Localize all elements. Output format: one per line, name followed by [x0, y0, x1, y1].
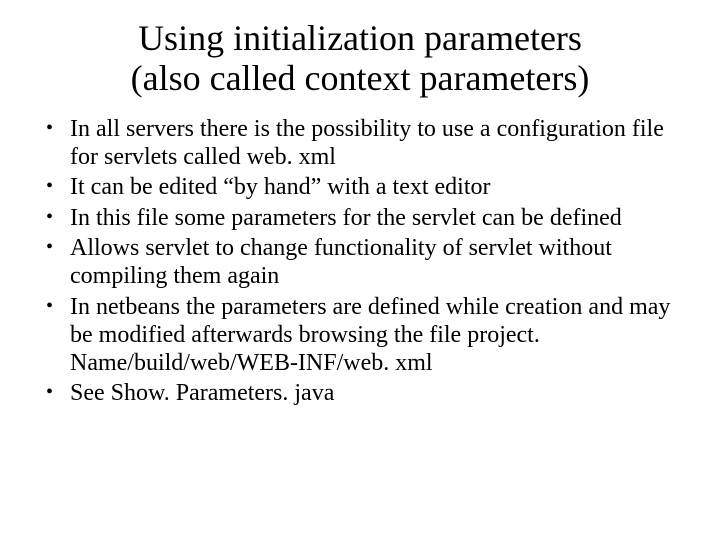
list-item: In all servers there is the possibility … — [44, 115, 676, 172]
list-item: In this file some parameters for the ser… — [44, 204, 676, 232]
list-item: In netbeans the parameters are defined w… — [44, 293, 676, 378]
title-line-1: Using initialization parameters — [138, 18, 582, 58]
title-line-2: (also called context parameters) — [131, 58, 590, 98]
list-item: Allows servlet to change functionality o… — [44, 234, 676, 291]
bullet-list: In all servers there is the possibility … — [44, 115, 676, 408]
slide: Using initialization parameters (also ca… — [0, 0, 720, 540]
slide-title: Using initialization parameters (also ca… — [44, 18, 676, 99]
list-item: It can be edited “by hand” with a text e… — [44, 173, 676, 201]
list-item: See Show. Parameters. java — [44, 379, 676, 407]
